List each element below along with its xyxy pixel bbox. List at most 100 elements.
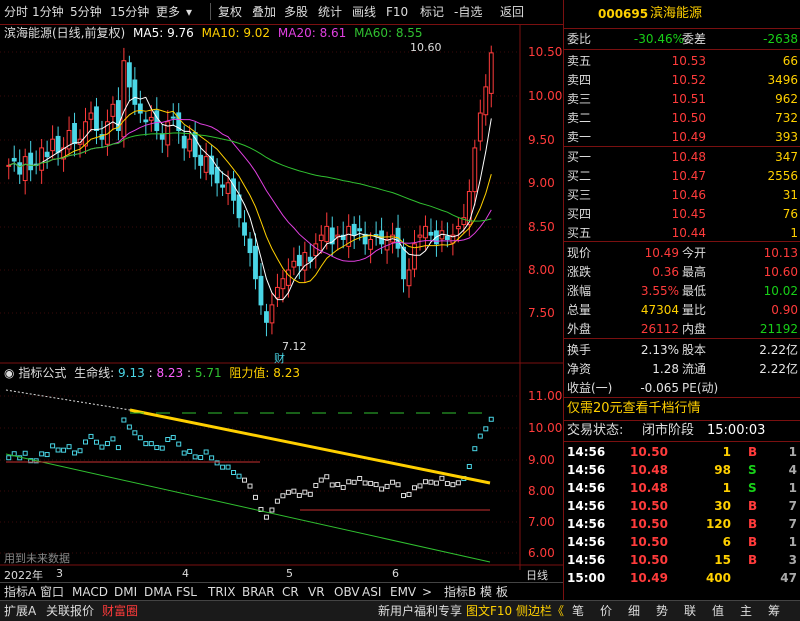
candle-body bbox=[121, 60, 127, 138]
bottom-related[interactable]: 关联报价 bbox=[46, 602, 94, 620]
trade-count: 1 bbox=[788, 535, 797, 549]
stat-label: 最高 bbox=[682, 265, 707, 279]
tool-overlay[interactable]: 叠加 bbox=[252, 3, 276, 21]
tool-back[interactable]: 返回 bbox=[500, 3, 524, 21]
tab-dma[interactable]: DMA bbox=[144, 583, 172, 601]
price-tick: 10.00 bbox=[528, 89, 563, 103]
trade-direction: S bbox=[748, 481, 757, 495]
stat-label: 外盘 bbox=[567, 322, 592, 336]
tab-trix[interactable]: TRIX bbox=[208, 583, 235, 601]
ask-row-price: 10.50 bbox=[671, 111, 706, 125]
candle-body bbox=[22, 156, 28, 182]
bottom-extend[interactable]: 扩展A bbox=[4, 602, 36, 620]
bottom-f10[interactable]: 图文F10 bbox=[466, 602, 512, 620]
trade-price: 10.50 bbox=[630, 517, 668, 531]
bottom-tab-7[interactable]: 筹 bbox=[768, 602, 780, 620]
candle-body bbox=[132, 79, 138, 105]
bottom-tab-5[interactable]: 值 bbox=[712, 602, 724, 620]
bid-row-volume: 347 bbox=[775, 150, 798, 164]
indicator-tick: 9.00 bbox=[528, 453, 555, 467]
finance-marker[interactable]: 财 bbox=[274, 350, 285, 366]
trade-row: 15:00 10.49 400 47 bbox=[564, 569, 800, 587]
price-tick: 10.50 bbox=[528, 45, 563, 59]
candle-body bbox=[368, 238, 374, 250]
ask-row-volume: 3496 bbox=[767, 73, 798, 87]
bottom-tab-4[interactable]: 联 bbox=[684, 602, 696, 620]
bottom-tab-6[interactable]: 主 bbox=[740, 602, 752, 620]
stat-label: 涨幅 bbox=[567, 284, 592, 298]
tab-指标b[interactable]: 指标B bbox=[444, 583, 476, 601]
candle-body bbox=[110, 103, 116, 117]
tab-emv[interactable]: EMV bbox=[390, 583, 416, 601]
tool-watchlist[interactable]: -自选 bbox=[454, 3, 482, 21]
tool-5min[interactable]: 5分钟 bbox=[70, 3, 102, 21]
bottom-tab-2[interactable]: 细 bbox=[628, 602, 640, 620]
stat-value: 10.02 bbox=[763, 284, 798, 298]
tab-cr[interactable]: CR bbox=[282, 583, 299, 601]
tab-窗口[interactable]: 窗口 bbox=[40, 583, 64, 601]
indicator-tick: 8.00 bbox=[528, 484, 555, 498]
tab-板[interactable]: 板 bbox=[496, 583, 508, 601]
trade-count: 47 bbox=[780, 571, 797, 585]
tool-draw[interactable]: 画线 bbox=[352, 3, 376, 21]
kline-chart[interactable] bbox=[0, 25, 563, 570]
bid-row: 买一 10.48 347 bbox=[564, 148, 800, 166]
trade-time: 14:56 bbox=[567, 481, 606, 495]
stat2-row: 换手 2.13% 股本 2.22亿 bbox=[564, 341, 800, 359]
trade-price: 10.50 bbox=[630, 553, 668, 567]
candle-body bbox=[88, 112, 94, 120]
price-tick: 7.50 bbox=[528, 306, 555, 320]
trade-direction: S bbox=[748, 463, 757, 477]
candle-body bbox=[324, 225, 330, 243]
tool-1min[interactable]: 1分钟 bbox=[32, 3, 64, 21]
tab-obv[interactable]: OBV bbox=[334, 583, 360, 601]
bottom-tab-1[interactable]: 价 bbox=[600, 602, 612, 620]
candle-body bbox=[72, 123, 77, 145]
tool-timeshare[interactable]: 分时 bbox=[4, 3, 28, 21]
bottom-tab-0[interactable]: 笔 bbox=[572, 602, 584, 620]
tool-f10[interactable]: F10 bbox=[386, 3, 408, 21]
bid-row-price: 10.48 bbox=[671, 150, 706, 164]
indicator-toggle-icon[interactable]: ◉ bbox=[4, 366, 14, 380]
candle-body bbox=[137, 103, 143, 114]
tab-fsl[interactable]: FSL bbox=[176, 583, 197, 601]
tool-15min[interactable]: 15分钟 bbox=[110, 3, 149, 21]
bottom-sidebar[interactable]: 侧边栏《 bbox=[516, 602, 564, 620]
tab-brar[interactable]: BRAR bbox=[242, 583, 275, 601]
indicator-name[interactable]: 指标公式 bbox=[18, 366, 66, 380]
tool-mark[interactable]: 标记 bbox=[420, 3, 444, 21]
tab-模[interactable]: 模 bbox=[480, 583, 492, 601]
tab-vr[interactable]: VR bbox=[308, 583, 325, 601]
trade-count: 7 bbox=[788, 499, 797, 513]
ask-row: 卖一 10.49 393 bbox=[564, 128, 800, 146]
tool-fuquan[interactable]: 复权 bbox=[218, 3, 242, 21]
tool-stats[interactable]: 统计 bbox=[318, 3, 342, 21]
candle-body bbox=[44, 151, 50, 158]
indicator-tick: 10.00 bbox=[528, 421, 563, 435]
trade-count: 1 bbox=[788, 481, 797, 495]
trade-status: 交易状态: 闭市阶段 15:00:03 bbox=[567, 423, 766, 438]
chevron-down-icon[interactable]: ▾ bbox=[186, 3, 192, 21]
promo-link[interactable]: 仅需20元查看千档行情 bbox=[564, 400, 800, 418]
candle-body bbox=[181, 135, 187, 149]
tab-指标a[interactable]: 指标A bbox=[4, 583, 36, 601]
stat-value: 2.22亿 bbox=[759, 362, 798, 376]
bottom-newuser[interactable]: 新用户福利专享 bbox=[378, 602, 462, 620]
period-label[interactable]: 日线 bbox=[526, 567, 548, 583]
tool-more[interactable]: 更多 bbox=[156, 3, 180, 21]
trade-volume: 6 bbox=[722, 535, 731, 549]
bottom-tab-3[interactable]: 势 bbox=[656, 602, 668, 620]
tab-dmi[interactable]: DMI bbox=[114, 583, 137, 601]
stat-row: 涨跌 0.36 最高 10.60 bbox=[564, 263, 800, 281]
trade-price: 10.48 bbox=[630, 463, 668, 477]
lifeline-v3: 5.71 bbox=[194, 366, 222, 380]
tab->[interactable]: > bbox=[422, 583, 432, 601]
bottom-wealth[interactable]: 财富圈 bbox=[102, 602, 138, 620]
stat2-row: 净资 1.28 流通 2.22亿 bbox=[564, 360, 800, 378]
tab-macd[interactable]: MACD bbox=[72, 583, 108, 601]
stat-value: 1.28 bbox=[652, 362, 679, 376]
tool-multistock[interactable]: 多股 bbox=[284, 3, 308, 21]
tab-asi[interactable]: ASI bbox=[362, 583, 381, 601]
indicator-tick: 11.00 bbox=[528, 389, 563, 403]
candle-body bbox=[274, 286, 280, 299]
